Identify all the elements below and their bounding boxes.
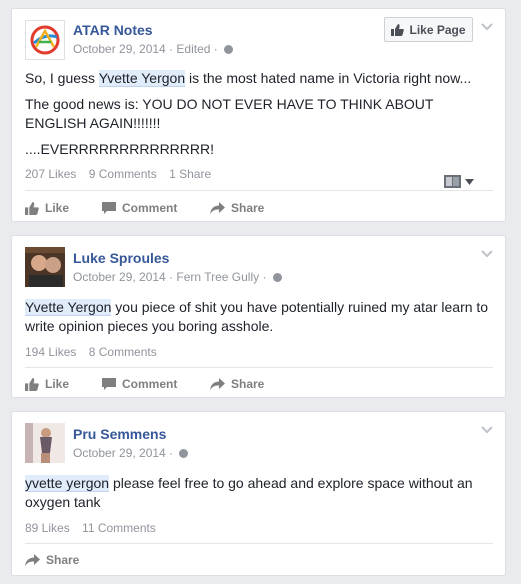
comments-count[interactable]: 9 Comments [89, 167, 157, 181]
audience-photo-icon [444, 175, 461, 188]
post-paragraph: ....EVERRRRRRRRRRRRRR! [25, 141, 215, 157]
chevron-down-icon[interactable] [481, 23, 493, 31]
profile-photo [25, 247, 65, 287]
post-stats: 89 Likes 11 Comments [25, 521, 165, 535]
like-button[interactable]: Like [25, 377, 69, 391]
divider [25, 190, 493, 191]
globe-icon [272, 273, 282, 282]
audience-selector[interactable] [444, 175, 474, 188]
meta-separator: · [213, 42, 222, 56]
thumbs-up-icon [25, 377, 39, 391]
like-page-button[interactable]: Like Page [384, 17, 473, 42]
post-paragraph: Yvette Yergon you piece of shit you have… [25, 298, 493, 336]
likes-count[interactable]: 194 Likes [25, 345, 76, 359]
share-label: Share [231, 201, 265, 215]
likes-count[interactable]: 89 Likes [25, 521, 70, 535]
like-label: Like [45, 201, 70, 215]
globe-icon [224, 45, 234, 54]
post-paragraph: The good news is: YOU DO NOT EVER HAVE T… [25, 96, 434, 131]
thumbs-up-icon [391, 23, 405, 36]
post-text: yvette yergon please feel free to go ahe… [25, 474, 493, 519]
meta-separator: · [262, 270, 270, 284]
share-button[interactable]: Share [25, 553, 79, 567]
avatar[interactable] [25, 20, 65, 60]
post-card: Pru Semmens October 29, 2014 · yvette ye… [11, 411, 506, 576]
post-author[interactable]: ATAR Notes [73, 22, 153, 38]
share-arrow-icon [210, 377, 225, 390]
location-label[interactable]: Fern Tree Gully [176, 270, 259, 284]
post-author[interactable]: Pru Semmens [73, 426, 166, 442]
comment-label: Comment [122, 377, 178, 391]
post-date[interactable]: October 29, 2014 [73, 270, 166, 284]
avatar[interactable] [25, 247, 65, 287]
comments-count[interactable]: 8 Comments [89, 345, 157, 359]
share-arrow-icon [210, 201, 225, 214]
post-meta: October 29, 2014 · [73, 446, 189, 460]
speech-bubble-icon [102, 377, 116, 390]
comment-button[interactable]: Comment [102, 377, 177, 391]
text-fragment: So, I guess [25, 70, 99, 86]
post-meta: October 29, 2014 · Fern Tree Gully · [73, 270, 282, 284]
post-date[interactable]: October 29, 2014 [73, 446, 166, 460]
share-button[interactable]: Share [210, 377, 264, 391]
divider [25, 543, 493, 544]
profile-photo [25, 423, 65, 463]
speech-bubble-icon [102, 201, 116, 214]
meta-separator: · [169, 446, 177, 460]
chevron-down-icon[interactable] [481, 250, 493, 258]
chevron-down-icon[interactable] [481, 426, 493, 434]
globe-icon [179, 449, 189, 458]
comment-label: Comment [122, 201, 178, 215]
highlighted-name[interactable]: Yvette Yergon [98, 70, 186, 87]
like-label: Like [45, 377, 70, 391]
like-page-label: Like Page [409, 22, 466, 37]
post-text: Yvette Yergon you piece of shit you have… [25, 298, 493, 343]
share-label: Share [46, 553, 80, 567]
post-card: Luke Sproules October 29, 2014 · Fern Tr… [11, 235, 506, 398]
post-paragraph: yvette yergon please feel free to go ahe… [25, 474, 493, 512]
atar-notes-logo [30, 25, 60, 55]
avatar[interactable] [25, 423, 65, 463]
post-card: ATAR Notes October 29, 2014 · Edited · L… [11, 8, 506, 222]
post-meta: October 29, 2014 · Edited · [73, 42, 234, 56]
edited-label[interactable]: Edited [176, 42, 210, 56]
post-author[interactable]: Luke Sproules [73, 250, 169, 266]
post-stats: 194 Likes 8 Comments [25, 345, 166, 359]
shares-count[interactable]: 1 Share [169, 167, 211, 181]
highlighted-name[interactable]: Yvette Yergon [25, 299, 112, 316]
comment-button[interactable]: Comment [102, 201, 177, 215]
post-stats: 207 Likes 9 Comments 1 Share [25, 167, 220, 181]
dropdown-triangle-icon [465, 178, 474, 185]
share-label: Share [231, 377, 265, 391]
post-text: So, I guess Yvette Yergon is the most ha… [25, 69, 493, 166]
like-button[interactable]: Like [25, 201, 69, 215]
comments-count[interactable]: 11 Comments [82, 521, 156, 535]
likes-count[interactable]: 207 Likes [25, 167, 76, 181]
divider [25, 367, 493, 368]
text-fragment: is the most hated name in Victoria right… [185, 70, 472, 86]
highlighted-name[interactable]: yvette yergon [25, 475, 110, 492]
share-arrow-icon [25, 553, 40, 566]
post-date[interactable]: October 29, 2014 [73, 42, 166, 56]
post-paragraph: So, I guess Yvette Yergon is the most ha… [25, 69, 493, 88]
share-button[interactable]: Share [210, 201, 264, 215]
thumbs-up-icon [25, 201, 39, 215]
